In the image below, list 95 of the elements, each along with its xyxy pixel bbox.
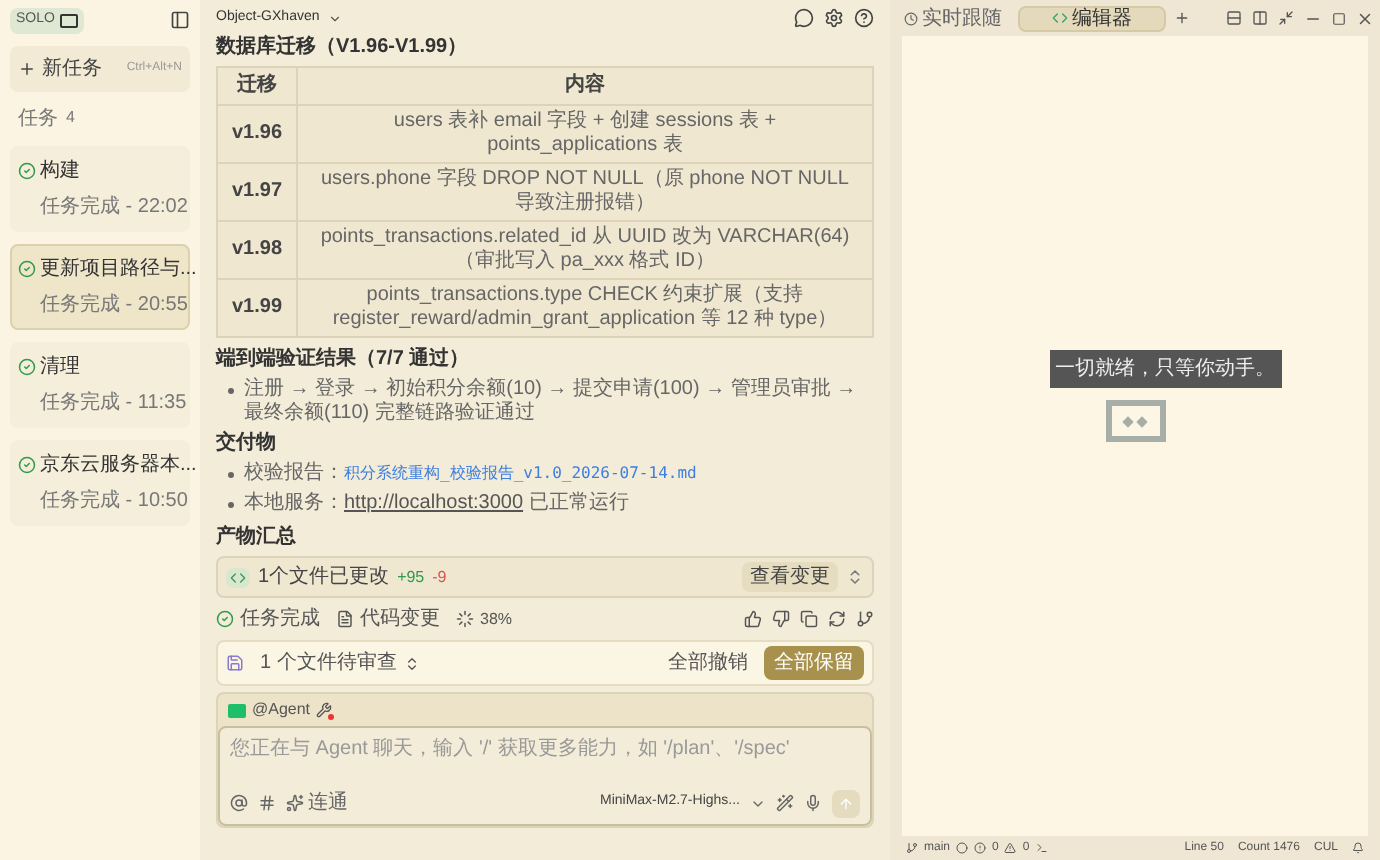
wand-icon[interactable] [776, 794, 794, 812]
task-title: 构建 [40, 157, 80, 185]
task-status: 任务完成 - 22:02 [38, 193, 182, 221]
robot-drawing [1105, 400, 1165, 442]
column-header: 迁移 [217, 67, 297, 105]
file-icon [226, 654, 244, 672]
help-icon[interactable] [854, 8, 874, 28]
check-icon [18, 259, 36, 277]
list-item-text: 注册 → 登录 → 初始积分余额(10) → 提交申请(100) → 管理员审批 → 最终余额(110) 完整链路验证通过 [244, 378, 859, 426]
new-task-label: 新任务 [42, 55, 102, 83]
expand-icon[interactable] [846, 568, 864, 586]
check-icon [18, 455, 36, 473]
chevron-down-icon [327, 11, 342, 25]
error-icon [974, 842, 987, 854]
tooltip-bubble: 一切就绪，只等你动手。 [1049, 350, 1281, 388]
section-heading: 交付物 [216, 432, 278, 456]
code-icon [226, 567, 250, 587]
file-link[interactable]: 积分系统重构_校验报告_v1.0_2026-07-14.md [344, 464, 697, 482]
bullet-icon [228, 388, 234, 394]
reject-all-button[interactable]: 全部撤销 [660, 648, 756, 678]
refresh-icon[interactable] [828, 610, 846, 628]
hash-icon[interactable] [258, 794, 276, 812]
branch-icon[interactable] [856, 610, 874, 628]
table-cell: points_transactions.related_id 从 UUID 改为 VARCHAR(64)（审批写入 pa_xxx 格式 ID） [297, 221, 873, 279]
url-link[interactable]: http://localhost:3000 [344, 492, 524, 514]
code-changes-label[interactable]: 代码变更 [360, 604, 440, 634]
warning-icon [1004, 842, 1017, 854]
progress-icon [456, 610, 474, 628]
version-cell: v1.98 [217, 221, 297, 279]
check-icon [18, 161, 36, 179]
task-title: 清理 [40, 353, 80, 381]
panel-icon[interactable] [1252, 10, 1268, 26]
sparkle-icon [286, 794, 304, 812]
split-icon[interactable] [1226, 10, 1242, 26]
list-item-text: 本地服务：http://localhost:3000 已正常运行 [244, 492, 629, 516]
collapse-icon[interactable] [1278, 10, 1294, 26]
terminal-icon [1035, 842, 1048, 854]
plus-icon [18, 59, 36, 77]
sidebar-toggle-icon[interactable] [170, 10, 190, 31]
version-cell: v1.97 [217, 163, 297, 221]
check-icon [216, 610, 234, 628]
restore-icon[interactable] [1332, 11, 1346, 25]
expand-icon [404, 655, 421, 671]
thumbs-up-icon[interactable] [744, 610, 762, 628]
bullet-icon [228, 501, 234, 507]
copy-icon[interactable] [800, 610, 818, 628]
added-lines: +95 [397, 565, 425, 589]
microphone-icon[interactable] [804, 794, 822, 812]
tasks-count: 4 [66, 106, 75, 130]
bullet-icon [228, 471, 234, 477]
column-header: 内容 [297, 67, 873, 105]
tasks-heading: 任务 [18, 105, 58, 133]
table-cell: users 表补 email 字段 + 创建 sessions 表 + points_applications 表 [297, 105, 873, 163]
code-icon [1052, 10, 1068, 26]
add-tab-icon[interactable] [1174, 10, 1190, 26]
tab[interactable]: 实时跟随 [896, 5, 1010, 31]
sync-icon [956, 842, 969, 854]
task-item[interactable]: 更新项目路径与... 任务完成 - 20:55 [10, 243, 190, 329]
branch-icon [906, 842, 918, 854]
arrow-up-icon [838, 795, 854, 811]
view-changes-button[interactable]: 查看变更 [742, 562, 838, 592]
close-icon[interactable] [1356, 9, 1374, 27]
document-icon [336, 610, 354, 628]
task-status: 任务完成 - 11:35 [38, 389, 182, 417]
section-heading: 产物汇总 [216, 526, 298, 550]
section-heading: 端到端验证结果（7/7 通过） [216, 348, 472, 372]
check-icon [18, 357, 36, 375]
settings-icon[interactable] [824, 8, 844, 28]
agent-mention[interactable]: @Agent [252, 698, 311, 722]
task-status: 任务完成 - 10:50 [38, 487, 182, 515]
tab[interactable]: 编辑器 [1018, 5, 1166, 31]
list-item-text: 校验报告：积分系统重构_校验报告_v1.0_2026-07-14.md [244, 462, 697, 486]
changed-files-label: 1个文件已更改 [258, 563, 390, 592]
task-done-label: 任务完成 [240, 605, 320, 634]
agent-icon [228, 703, 246, 717]
version-cell: v1.96 [217, 105, 297, 163]
mode-label[interactable]: 连通 [308, 788, 348, 818]
progress-percent: 38% [480, 607, 513, 631]
section-heading: 数据库迁移（V1.96-V1.99） [216, 36, 470, 60]
clock-icon [904, 11, 918, 25]
pending-review-label[interactable]: 1 个文件待审查 [260, 648, 397, 678]
bell-icon[interactable] [1352, 842, 1364, 854]
task-item[interactable]: 京东云服务器本... 任务完成 - 10:50 [10, 439, 190, 525]
mention-icon[interactable] [230, 794, 248, 812]
table-cell: users.phone 字段 DROP NOT NULL（原 phone NOT NULL 导致注册报错） [297, 163, 873, 221]
table-cell: points_transactions.type CHECK 约束扩展（支持 register_reward/admin_grant_application 等 12 种 type） [297, 279, 873, 337]
task-item[interactable]: 构建 任务完成 - 22:02 [10, 145, 190, 231]
task-status: 任务完成 - 20:55 [38, 291, 182, 319]
input-placeholder: 您正在与 Agent 聊天，输入 '/' 获取更多能力，如 '/plan'、'/spec' [230, 735, 792, 764]
tools-icon[interactable] [316, 702, 333, 718]
task-item[interactable]: 清理 任务完成 - 11:35 [10, 341, 190, 427]
chat-icon[interactable] [794, 8, 814, 28]
removed-lines: -9 [432, 565, 447, 589]
thumbs-down-icon[interactable] [772, 610, 790, 628]
version-cell: v1.99 [217, 279, 297, 337]
